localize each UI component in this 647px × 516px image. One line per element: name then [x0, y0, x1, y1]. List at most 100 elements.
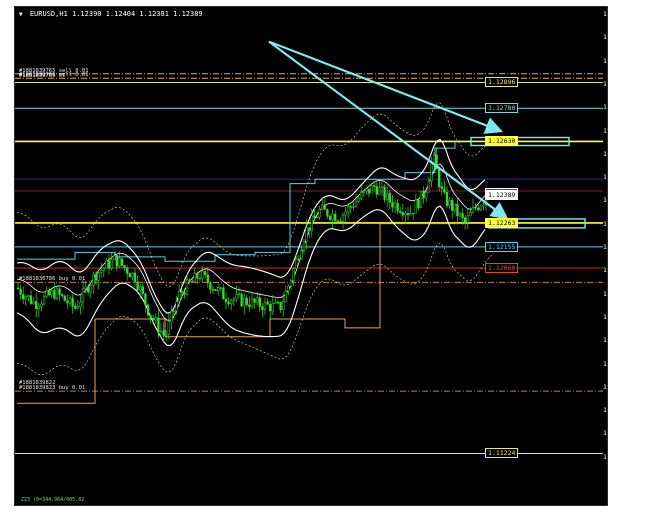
order-label[interactable]: #1881839765 sl: [19, 73, 65, 79]
price-axis-tick: 1.12045: [603, 266, 607, 275]
candle-body: [276, 302, 280, 304]
candle-body: [27, 295, 30, 297]
candle-body: [157, 317, 160, 333]
candle-body: [185, 279, 189, 295]
order-label[interactable]: #1881839823 buy 0.01: [19, 385, 85, 391]
candle-body: [24, 296, 27, 300]
candle-body: [404, 213, 407, 216]
candle-body: [37, 306, 40, 310]
order-label[interactable]: #1881839822: [19, 380, 55, 386]
candle-body: [159, 330, 163, 333]
candle-body: [471, 207, 475, 213]
candle-body: [58, 288, 61, 295]
candle-body: [292, 268, 295, 281]
candle-body: [84, 286, 87, 289]
collapse-triangle-icon[interactable]: ▼: [19, 11, 23, 18]
price-axis-tick: 1.12465: [603, 173, 607, 182]
candle-body: [287, 285, 290, 292]
candle-body: [115, 255, 118, 267]
price-badge: 1.12630: [485, 136, 519, 147]
candle-body: [258, 297, 261, 307]
price-axis-tick: 1.12255: [603, 219, 607, 228]
symbol-timeframe: EURUSD,H1: [29, 10, 68, 18]
price-badge: 1.11224: [485, 448, 519, 459]
candle-body: [401, 212, 404, 216]
candle-body: [144, 293, 147, 306]
candle-body: [388, 192, 391, 203]
candle-body: [373, 185, 376, 187]
candle-body: [240, 293, 243, 307]
channel-lower: [17, 223, 455, 404]
candle-body: [417, 199, 420, 208]
candle-body: [414, 199, 417, 214]
candle-body: [419, 190, 423, 208]
candle-body: [146, 304, 150, 316]
candle-body: [370, 185, 373, 194]
candle-body: [141, 286, 144, 294]
candle-body: [477, 207, 480, 211]
candle-body: [282, 301, 285, 310]
candle-body: [219, 287, 222, 289]
candle-body: [328, 215, 332, 220]
candle-body: [214, 289, 217, 291]
order-label[interactable]: #1881836786 buy 0.01: [19, 276, 85, 282]
candle-body: [198, 277, 202, 280]
candle-body: [224, 298, 228, 303]
candle-body: [201, 271, 204, 279]
candle-body: [118, 258, 121, 267]
price-axis-tick: 1.13200: [603, 10, 607, 18]
candle-body: [456, 203, 459, 217]
candle-body: [464, 217, 467, 223]
candle-body: [425, 192, 428, 199]
candle-body: [378, 187, 381, 195]
candle-body: [180, 291, 183, 293]
candle-body: [318, 208, 321, 218]
candle-body: [443, 188, 446, 193]
candle-body: [170, 311, 173, 322]
candle-body: [162, 330, 165, 336]
candle-body: [344, 211, 347, 216]
candle-body: [365, 188, 368, 192]
candle-body: [230, 300, 233, 305]
candle-body: [209, 282, 212, 290]
candle-body: [474, 207, 477, 209]
outer-lower-band: [16, 242, 495, 376]
candle-body: [261, 306, 264, 311]
forecast-arrow-upper[interactable]: [268, 40, 504, 134]
candle-body: [375, 186, 378, 195]
candle-body: [406, 213, 410, 216]
candle-body: [289, 280, 293, 287]
candle-body: [89, 285, 92, 293]
candle-body: [380, 186, 384, 188]
candle-body: [110, 259, 113, 269]
candle-body: [302, 240, 306, 252]
candle-body: [323, 204, 326, 210]
price-badge: 1.12896: [485, 77, 519, 88]
price-axis-tick: 1.11310: [603, 429, 607, 438]
candle-body: [100, 270, 103, 273]
candle-body: [360, 192, 363, 199]
candle-body: [412, 212, 415, 215]
candle-body: [204, 271, 207, 276]
candle-body: [334, 213, 337, 222]
candle-body: [305, 227, 308, 242]
candle-body: [451, 200, 454, 211]
candle-body: [256, 297, 259, 303]
candle-body: [440, 186, 443, 189]
candle-body: [349, 206, 352, 208]
candle-body: [87, 286, 90, 293]
candle-body: [386, 192, 389, 200]
price-axis-tick: 1.12570: [603, 149, 607, 158]
candle-body: [175, 301, 178, 312]
candle-body: [63, 295, 66, 301]
candle-body: [237, 293, 241, 296]
candle-body: [396, 202, 399, 212]
candle-body: [336, 220, 339, 222]
candle-body: [352, 206, 355, 208]
price-axis-tick: 1.12885: [603, 79, 607, 88]
price-badge: 1.12155: [485, 241, 519, 252]
candle-body: [393, 202, 397, 208]
candle-body: [479, 205, 482, 211]
candle-body: [139, 286, 142, 291]
chart-window[interactable]: ▼ EURUSD,H1 1.12390 1.12404 1.12381 1.12…: [14, 6, 608, 506]
